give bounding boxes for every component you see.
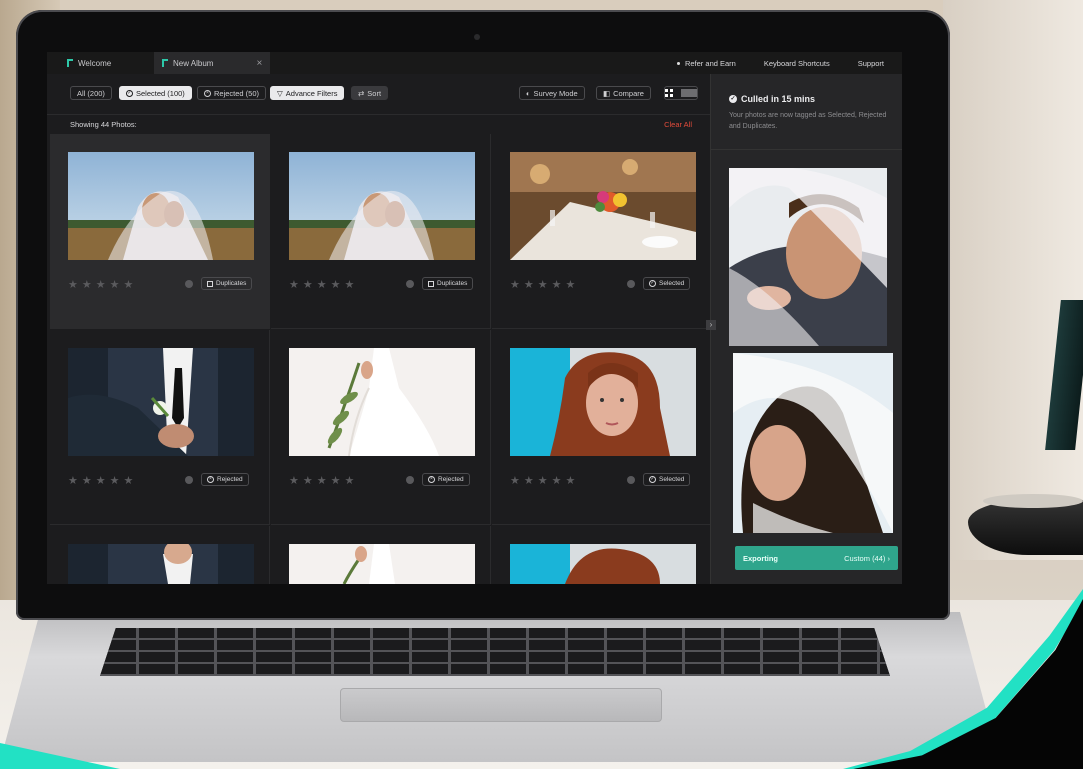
export-value: Custom (44) ›: [844, 553, 891, 563]
support-link[interactable]: Support: [858, 59, 884, 68]
tab-label: Welcome: [78, 58, 112, 68]
star-rating[interactable]: ★★★★★: [289, 278, 358, 291]
preview-photo[interactable]: [729, 168, 887, 346]
half-circle-icon: ◐: [526, 88, 531, 98]
star-rating[interactable]: ★★★★★: [68, 474, 137, 487]
app-logo-icon: [67, 59, 73, 67]
photo-thumbnail[interactable]: [510, 544, 696, 584]
collapse-panel-button[interactable]: ›: [706, 320, 716, 330]
filter-toolbar: All (200) ✓ Selected (100) × Rejected (5…: [47, 74, 710, 115]
photo-card[interactable]: [271, 526, 491, 584]
duplicate-icon: [207, 280, 213, 287]
photo-card[interactable]: ★★★★★ × Rejected: [50, 330, 270, 525]
close-tab-icon[interactable]: ×: [256, 58, 262, 69]
funnel-icon: ▽: [277, 88, 283, 98]
keyboard-shortcuts-link[interactable]: Keyboard Shortcuts: [764, 59, 830, 68]
webcam: [474, 34, 480, 40]
export-progress-button[interactable]: Exporting Custom (44) ›: [735, 546, 898, 570]
photo-thumbnail[interactable]: [289, 544, 475, 584]
star-rating[interactable]: ★★★★★: [510, 474, 579, 487]
culled-title: ✓ Culled in 15 mins: [729, 94, 816, 104]
photo-thumbnail[interactable]: [289, 348, 475, 456]
duplicate-icon: [428, 280, 434, 287]
culled-subtitle: Your photos are now tagged as Selected, …: [729, 112, 887, 130]
tab-label: New Album: [173, 58, 214, 68]
tab-new-album[interactable]: New Album ×: [154, 52, 271, 74]
compare-icon: ◧: [603, 88, 611, 98]
photo-thumbnail[interactable]: [68, 348, 254, 456]
photo-browser: All (200) ✓ Selected (100) × Rejected (5…: [47, 74, 712, 584]
photo-card[interactable]: ★★★★★ ✓ Selected: [492, 134, 712, 329]
advance-filters-button[interactable]: ▽ Advance Filters: [270, 86, 345, 100]
color-label-dot[interactable]: [627, 280, 635, 288]
star-rating[interactable]: ★★★★★: [510, 278, 579, 291]
dot-icon: [676, 62, 680, 66]
x-circle-icon: ×: [204, 89, 211, 97]
check-circle-icon: ✓: [649, 476, 656, 483]
photo-thumbnail[interactable]: [68, 544, 254, 584]
duplicates-tag[interactable]: Duplicates: [422, 277, 474, 290]
survey-mode-button[interactable]: ◐ Survey Mode: [519, 86, 585, 100]
single-view-icon: [681, 89, 697, 97]
photo-card[interactable]: [492, 526, 712, 584]
summary-panel: › ✓ Culled in 15 mins Your photos are no…: [706, 74, 902, 584]
filter-rejected-button[interactable]: × Rejected (50): [197, 86, 267, 100]
color-label-dot[interactable]: [627, 476, 635, 484]
x-circle-icon: ×: [428, 476, 435, 483]
refer-and-earn-link[interactable]: Refer and Earn: [676, 59, 736, 68]
selected-tag[interactable]: ✓ Selected: [643, 473, 691, 486]
color-label-dot[interactable]: [406, 280, 414, 288]
rejected-tag[interactable]: × Rejected: [201, 473, 249, 486]
sort-arrows-icon: ⇄: [358, 88, 365, 98]
rejected-tag[interactable]: × Rejected: [422, 473, 470, 486]
photo-card[interactable]: ★★★★★ Duplicates: [50, 134, 270, 329]
star-rating[interactable]: ★★★★★: [289, 474, 358, 487]
check-circle-icon: ✓: [649, 280, 656, 287]
filter-all-button[interactable]: All (200): [70, 86, 112, 100]
tab-bar: Welcome New Album × Refer and Earn Keybo…: [47, 52, 902, 74]
laptop-keyboard: [100, 628, 890, 676]
single-view-button[interactable]: [681, 87, 697, 99]
selected-tag[interactable]: ✓ Selected: [643, 277, 691, 290]
photo-card[interactable]: ★★★★★ × Rejected: [271, 330, 491, 525]
check-circle-icon: ✓: [126, 89, 133, 97]
photo-thumbnail[interactable]: [68, 152, 254, 260]
photo-card[interactable]: [50, 526, 270, 584]
view-toggle: [664, 86, 698, 100]
star-rating[interactable]: ★★★★★: [68, 278, 137, 291]
filter-selected-button[interactable]: ✓ Selected (100): [119, 86, 192, 100]
grid-view-button[interactable]: [665, 87, 681, 99]
photo-thumbnail[interactable]: [289, 152, 475, 260]
color-label-dot[interactable]: [406, 476, 414, 484]
sort-button[interactable]: ⇄ Sort: [351, 86, 389, 100]
grid-icon: [665, 89, 681, 97]
photo-thumbnail[interactable]: [510, 348, 696, 456]
color-label-dot[interactable]: [185, 476, 193, 484]
app-logo-icon: [162, 59, 168, 67]
duplicates-tag[interactable]: Duplicates: [201, 277, 253, 290]
chevron-right-icon: ›: [887, 553, 891, 563]
divider: [711, 149, 902, 150]
top-links: Refer and Earn Keyboard Shortcuts Suppor…: [676, 52, 884, 74]
x-circle-icon: ×: [207, 476, 214, 483]
clear-all-link[interactable]: Clear All: [664, 120, 692, 129]
photo-count-label: Showing 44 Photos:: [70, 120, 137, 129]
preview-photo[interactable]: [733, 353, 893, 533]
compare-button[interactable]: ◧ Compare: [596, 86, 651, 100]
app-screen: Welcome New Album × Refer and Earn Keybo…: [47, 52, 902, 584]
photo-card[interactable]: ★★★★★ ✓ Selected: [492, 330, 712, 525]
laptop-trackpad: [340, 688, 662, 722]
color-label-dot[interactable]: [185, 280, 193, 288]
check-circle-icon: ✓: [729, 95, 737, 103]
desk-lamp: [968, 470, 1083, 560]
export-label: Exporting: [743, 553, 778, 563]
tab-welcome[interactable]: Welcome: [67, 52, 111, 74]
photo-thumbnail[interactable]: [510, 152, 696, 260]
photo-card[interactable]: ★★★★★ Duplicates: [271, 134, 491, 329]
